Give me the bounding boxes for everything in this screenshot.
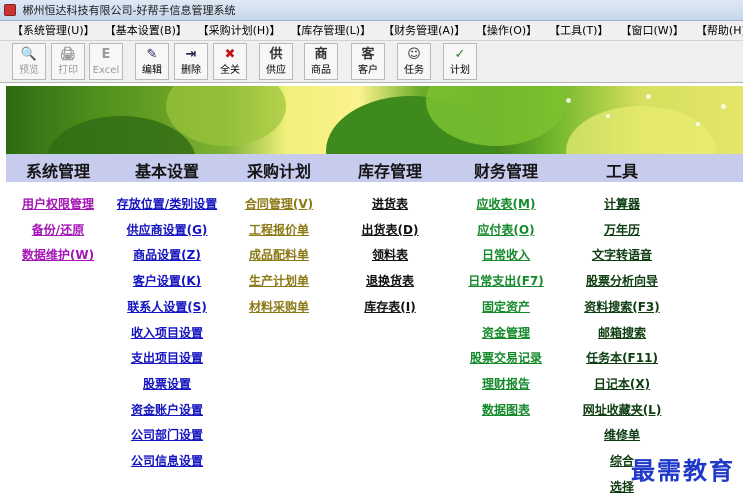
module-link[interactable]: 文字转语音: [592, 246, 652, 263]
module-link[interactable]: 股票设置: [143, 375, 191, 392]
title-bar: 郴州恒达科技有限公司-好帮手信息管理系统: [0, 0, 743, 21]
menu-item-3[interactable]: 【库存管理(L)】: [278, 21, 371, 40]
module-link[interactable]: 任务本(F11): [586, 349, 658, 366]
module-link[interactable]: 客户设置(K): [133, 272, 201, 289]
module-link[interactable]: 数据维护(W): [22, 246, 94, 263]
module-link[interactable]: 股票交易记录: [470, 349, 542, 366]
module-link[interactable]: 成品配料单: [249, 246, 309, 263]
module-link[interactable]: 固定资产: [482, 298, 530, 315]
module-link[interactable]: 收入项目设置: [131, 324, 203, 341]
module-link[interactable]: 维修单: [604, 426, 640, 443]
module-link[interactable]: 领料表: [372, 246, 408, 263]
module-link[interactable]: 进货表: [372, 195, 408, 212]
banner-image: [6, 86, 743, 154]
plan-icon: ✓: [454, 47, 466, 62]
section-title-2: 采购计划: [246, 162, 312, 181]
toolbar-button-0[interactable]: 🔍 预览: [12, 43, 46, 80]
module-link[interactable]: 联系人设置(S): [127, 298, 207, 315]
magnifier-icon: 🔍: [20, 47, 38, 62]
toolbar-button-label: 任务: [404, 65, 424, 76]
module-link[interactable]: 日常收入: [482, 246, 530, 263]
module-link[interactable]: 万年历: [604, 221, 640, 238]
toolbar-button-label: 供应: [266, 65, 286, 76]
toolbar-button-2[interactable]: E Excel: [89, 43, 123, 80]
module-link[interactable]: 日记本(X): [594, 375, 650, 392]
toolbar-button-label: 删除: [181, 65, 201, 76]
section-title-3: 库存管理: [357, 162, 423, 181]
toolbar-button-label: 商品: [311, 65, 331, 76]
toolbar-button-4[interactable]: ⇥ 删除: [174, 43, 208, 80]
toolbar-button-label: 计划: [450, 65, 470, 76]
supply-icon: 供: [269, 47, 283, 62]
toolbar-button-1[interactable]: 🖨 打印: [51, 43, 85, 80]
menu-item-0[interactable]: 【系统管理(U)】: [0, 21, 95, 40]
toolbar-button-3[interactable]: ✎ 编辑: [135, 43, 169, 80]
module-link[interactable]: 应收表(M): [477, 195, 536, 212]
customer-icon: 客: [361, 47, 375, 62]
module-link[interactable]: 用户权限管理: [22, 195, 94, 212]
module-link[interactable]: 资金账户设置: [131, 401, 203, 418]
module-link[interactable]: 库存表(I): [364, 298, 415, 315]
close-all-icon: ✖: [224, 47, 236, 62]
section-title-5: 工具: [605, 162, 639, 181]
section-header-strip: 系统管理 基本设置 采购计划 库存管理 财务管理 工具: [6, 154, 743, 182]
module-link[interactable]: 公司信息设置: [131, 452, 203, 469]
module-link[interactable]: 备份/还原: [32, 221, 84, 238]
toolbar-button-6[interactable]: 供供应: [259, 43, 293, 80]
window-title: 郴州恒达科技有限公司-好帮手信息管理系统: [22, 4, 236, 17]
module-link[interactable]: 网址收藏夹(L): [583, 401, 662, 418]
printer-icon: 🖨: [59, 47, 77, 62]
menu-item-7[interactable]: 【窗口(W)】: [608, 21, 683, 40]
module-link[interactable]: 工程报价单: [249, 221, 309, 238]
section-title-1: 基本设置: [134, 162, 200, 181]
toolbar-button-7[interactable]: 商商品: [304, 43, 338, 80]
section-title-0: 系统管理: [25, 162, 91, 181]
module-link[interactable]: 材料采购单: [249, 298, 309, 315]
module-link[interactable]: 计算器: [604, 195, 640, 212]
module-link[interactable]: 公司部门设置: [131, 426, 203, 443]
toolbar-button-label: 客户: [358, 65, 378, 76]
module-link[interactable]: 支出项目设置: [131, 349, 203, 366]
module-link[interactable]: 邮箱搜索: [598, 324, 646, 341]
toolbar-button-label: 编辑: [142, 65, 162, 76]
module-link[interactable]: 日常支出(F7): [468, 272, 544, 289]
menu-item-8[interactable]: 【帮助(H)】: [684, 21, 743, 40]
module-link[interactable]: 供应商设置(G): [127, 221, 208, 238]
menu-item-2[interactable]: 【采购计划(H)】: [186, 21, 281, 40]
module-link[interactable]: 应付表(O): [477, 221, 534, 238]
menu-bar: 【系统管理(U)】 【基本设置(B)】 【采购计划(H)】 【库存管理(L)】 【财务管…: [0, 21, 743, 41]
toolbar-button-label: Excel: [92, 65, 120, 76]
module-link[interactable]: 生产计划单: [249, 272, 309, 289]
section-title-4: 财务管理: [473, 162, 539, 181]
app-icon: [4, 4, 16, 16]
toolbar-button-label: 打印: [58, 65, 78, 76]
toolbar-button-10[interactable]: ✓ 计划: [443, 43, 477, 80]
menu-item-6[interactable]: 【工具(T)】: [537, 21, 608, 40]
toolbar-button-9[interactable]: ☺ 任务: [397, 43, 431, 80]
module-link[interactable]: 退换货表: [366, 272, 414, 289]
toolbar-button-label: 预览: [19, 65, 39, 76]
task-icon: ☺: [407, 47, 421, 62]
module-link[interactable]: 存放位置/类别设置: [117, 195, 217, 212]
toolbar-button-5[interactable]: ✖ 全关: [213, 43, 247, 80]
excel-icon: E: [101, 47, 111, 62]
menu-item-5[interactable]: 【操作(O)】: [464, 21, 537, 40]
toolbar: 🔍 预览 🖨 打印 E Excel ✎ 编辑 ⇥ 删除 ✖ 全关供供应商商品客客户 ☺ 任务 ✓ 计划: [0, 41, 743, 83]
menu-item-4[interactable]: 【财务管理(A)】: [371, 21, 465, 40]
toolbar-button-label: 全关: [220, 65, 240, 76]
edit-icon: ✎: [146, 47, 158, 62]
delete-icon: ⇥: [185, 47, 197, 62]
module-link[interactable]: 资料搜索(F3): [584, 298, 660, 315]
module-link[interactable]: 股票分析向导: [586, 272, 658, 289]
toolbar-button-8[interactable]: 客客户: [351, 43, 385, 80]
module-link[interactable]: 出货表(D): [362, 221, 419, 238]
module-link[interactable]: 商品设置(Z): [133, 246, 201, 263]
module-link[interactable]: 理财报告: [482, 375, 530, 392]
menu-item-1[interactable]: 【基本设置(B)】: [93, 21, 187, 40]
module-link[interactable]: 合同管理(V): [245, 195, 313, 212]
goods-icon: 商: [314, 47, 328, 62]
watermark-text: 最需教育: [631, 457, 735, 485]
module-link[interactable]: 资金管理: [482, 324, 530, 341]
module-link[interactable]: 数据图表: [482, 401, 530, 418]
